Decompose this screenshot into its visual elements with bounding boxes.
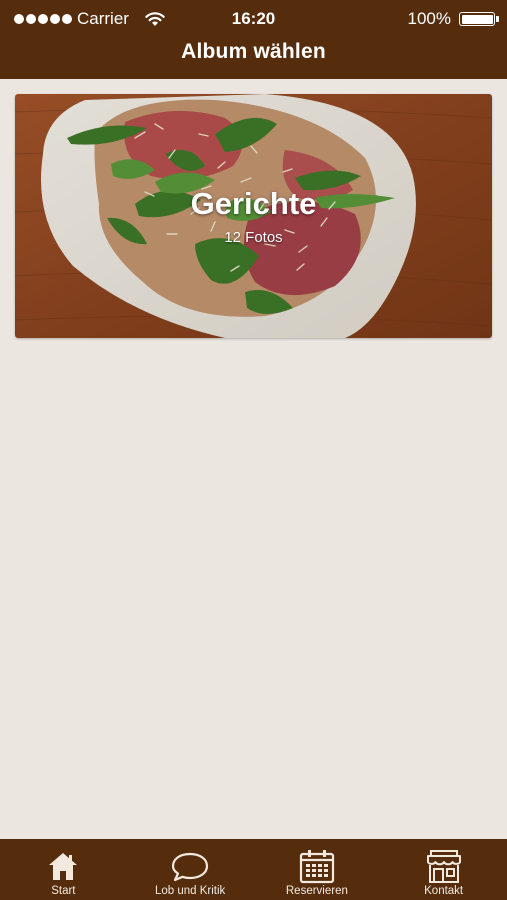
speech-bubble-icon xyxy=(172,852,209,882)
tab-label-start: Start xyxy=(51,885,76,897)
tab-reservieren[interactable]: Reservieren xyxy=(254,839,381,900)
tab-kontakt[interactable]: Kontakt xyxy=(380,839,507,900)
album-card-gerichte[interactable]: Gerichte 12 Fotos xyxy=(15,94,492,338)
home-icon xyxy=(49,853,78,880)
album-photo-count: 12 Fotos xyxy=(224,229,283,246)
tab-lob-und-kritik[interactable]: Lob und Kritik xyxy=(127,839,254,900)
album-title: Gerichte xyxy=(190,186,317,221)
navigation-bar: Carrier 16:20 100% Album wählen xyxy=(0,0,507,79)
app-screen: Carrier 16:20 100% Album wählen Gerichte… xyxy=(0,0,507,900)
battery-icon xyxy=(459,12,499,26)
tab-label-lob-und-kritik: Lob und Kritik xyxy=(154,885,226,897)
tab-label-reservieren: Reservieren xyxy=(285,885,348,897)
tab-bar: Start Lob und Kritik Reservieren Kontakt xyxy=(0,839,507,900)
storefront-icon xyxy=(426,850,461,883)
page-title: Album wählen xyxy=(181,40,326,63)
tab-label-kontakt: Kontakt xyxy=(424,885,464,897)
tab-start[interactable]: Start xyxy=(0,839,127,900)
battery-percentage: 100% xyxy=(407,9,451,28)
status-bar: Carrier 16:20 100% xyxy=(0,0,507,38)
calendar-icon xyxy=(299,850,334,884)
